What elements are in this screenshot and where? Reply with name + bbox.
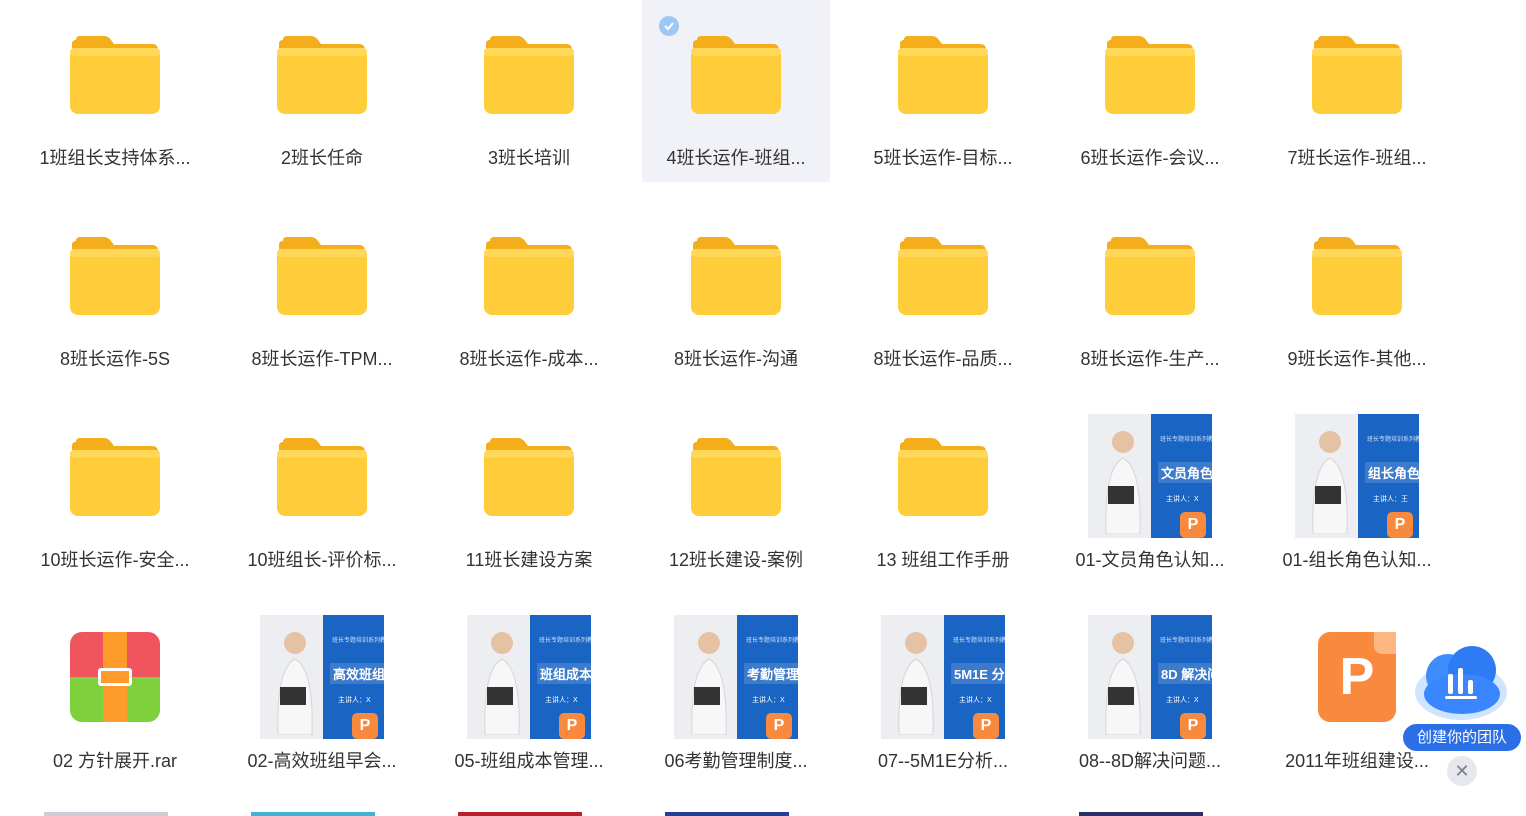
folder-icon xyxy=(228,414,416,538)
ppt-badge-icon: P xyxy=(352,713,378,739)
next-row-thumb xyxy=(44,812,168,816)
archive-icon xyxy=(21,615,209,739)
folder-icon xyxy=(435,414,623,538)
file-name: 13 班组工作手册 xyxy=(876,550,1010,570)
file-name: 10班长运作-安全... xyxy=(40,550,190,570)
file-item[interactable]: 4班长运作-班组... xyxy=(642,0,830,182)
folder-icon xyxy=(21,213,209,337)
file-name: 01-文员角色认知... xyxy=(1075,550,1225,570)
ppt-thumbnail: 班长专题培训系列教材 文员角色 主讲人：X P xyxy=(1056,414,1244,538)
file-name: 01-组长角色认知... xyxy=(1282,550,1432,570)
file-item[interactable]: 10班长运作-安全... xyxy=(21,402,209,584)
ppt-thumbnail: 班长专题培训系列教材 5M1E 分析 主讲人：X P xyxy=(849,615,1037,739)
file-item[interactable]: 班长专题培训系列教材 5M1E 分析 主讲人：X P 07--5M1E分析... xyxy=(849,603,1037,785)
ppt-badge-icon: P xyxy=(559,713,585,739)
cloud-chart-icon xyxy=(1415,646,1507,720)
ppt-thumbnail: 班长专题培训系列教材 8D 解决问题 主讲人：X P xyxy=(1056,615,1244,739)
file-item[interactable]: 6班长运作-会议... xyxy=(1056,0,1244,182)
file-name: 4班长运作-班组... xyxy=(666,148,806,168)
file-item[interactable]: 11班长建设方案 xyxy=(435,402,623,584)
ppt-thumbnail: 班长专题培训系列教材 班组成本管理 主讲人：X P xyxy=(435,615,623,739)
file-name: 10班组长-评价标... xyxy=(247,550,397,570)
ppt-badge-icon: P xyxy=(1180,512,1206,538)
file-name: 05-班组成本管理... xyxy=(454,751,604,771)
file-name: 06考勤管理制度... xyxy=(664,751,808,771)
create-team-widget[interactable]: 创建你的团队 xyxy=(1400,636,1524,754)
file-name: 07--5M1E分析... xyxy=(877,751,1009,771)
folder-icon xyxy=(228,213,416,337)
file-item[interactable]: 13 班组工作手册 xyxy=(849,402,1037,584)
file-item[interactable]: 2班长任命 xyxy=(228,0,416,182)
folder-icon xyxy=(642,12,830,136)
next-row-thumb xyxy=(251,812,375,816)
folder-icon xyxy=(849,12,1037,136)
folder-icon xyxy=(849,414,1037,538)
file-item[interactable]: 班长专题培训系列教材 组长角色 主讲人：王 P 01-组长角色认知... xyxy=(1263,402,1451,584)
file-item[interactable]: 9班长运作-其他... xyxy=(1263,201,1451,383)
file-name: 6班长运作-会议... xyxy=(1080,148,1220,168)
folder-icon xyxy=(1056,213,1244,337)
file-item[interactable]: 8班长运作-TPM... xyxy=(228,201,416,383)
file-name: 02 方针展开.rar xyxy=(52,751,178,771)
file-name: 8班长运作-TPM... xyxy=(251,349,393,369)
ppt-badge-icon: P xyxy=(766,713,792,739)
file-name: 1班组长支持体系... xyxy=(39,148,191,168)
file-name: 8班长运作-品质... xyxy=(873,349,1013,369)
file-item[interactable]: 8班长运作-品质... xyxy=(849,201,1037,383)
file-grid: 1班组长支持体系... 2班长任命 3班长培训 4班长运作-班组... 5班长运… xyxy=(0,0,1526,816)
next-row-thumb xyxy=(665,812,789,816)
file-name: 02-高效班组早会... xyxy=(247,751,397,771)
file-item[interactable]: 8班长运作-5S xyxy=(21,201,209,383)
file-item[interactable]: 班长专题培训系列教材 考勤管理 主讲人：X P 06考勤管理制度... xyxy=(642,603,830,785)
file-item[interactable]: 3班长培训 xyxy=(435,0,623,182)
folder-icon xyxy=(21,414,209,538)
file-item[interactable]: 8班长运作-生产... xyxy=(1056,201,1244,383)
folder-icon xyxy=(435,213,623,337)
file-name: 5班长运作-目标... xyxy=(873,148,1013,168)
folder-icon xyxy=(1263,213,1451,337)
next-row-thumb xyxy=(458,812,582,816)
file-item[interactable]: 7班长运作-班组... xyxy=(1263,0,1451,182)
file-item[interactable]: 1班组长支持体系... xyxy=(21,0,209,182)
file-item[interactable]: 班长专题培训系列教材 文员角色 主讲人：X P 01-文员角色认知... xyxy=(1056,402,1244,584)
file-name: 2班长任命 xyxy=(280,148,363,168)
file-item[interactable]: 班长专题培训系列教材 高效班组 主讲人：X P 02-高效班组早会... xyxy=(228,603,416,785)
file-name: 8班长运作-5S xyxy=(59,349,171,369)
file-name: 8班长运作-沟通 xyxy=(673,349,798,369)
folder-icon xyxy=(21,12,209,136)
ppt-badge-icon: P xyxy=(1180,713,1206,739)
close-icon[interactable]: ✕ xyxy=(1447,756,1477,786)
file-name: 3班长培训 xyxy=(487,148,570,168)
ppt-badge-icon: P xyxy=(1387,512,1413,538)
file-name: 11班长建设方案 xyxy=(465,550,593,570)
file-name: 8班长运作-生产... xyxy=(1080,349,1220,369)
folder-icon xyxy=(849,213,1037,337)
folder-icon xyxy=(228,12,416,136)
file-item[interactable]: 02 方针展开.rar xyxy=(21,603,209,785)
file-item[interactable]: 8班长运作-成本... xyxy=(435,201,623,383)
ppt-thumbnail: 班长专题培训系列教材 考勤管理 主讲人：X P xyxy=(642,615,830,739)
create-team-label[interactable]: 创建你的团队 xyxy=(1403,724,1521,751)
folder-icon xyxy=(1263,12,1451,136)
folder-icon xyxy=(435,12,623,136)
file-name: 12班长建设-案例 xyxy=(668,550,803,570)
folder-icon xyxy=(642,213,830,337)
file-name: 8班长运作-成本... xyxy=(459,349,599,369)
file-item[interactable]: 10班组长-评价标... xyxy=(228,402,416,584)
file-item[interactable]: 班长专题培训系列教材 8D 解决问题 主讲人：X P 08--8D解决问题... xyxy=(1056,603,1244,785)
folder-icon xyxy=(642,414,830,538)
folder-icon xyxy=(1056,12,1244,136)
file-name: 9班长运作-其他... xyxy=(1287,349,1427,369)
file-item[interactable]: 8班长运作-沟通 xyxy=(642,201,830,383)
ppt-thumbnail: 班长专题培训系列教材 组长角色 主讲人：王 P xyxy=(1263,414,1451,538)
file-item[interactable]: 12班长建设-案例 xyxy=(642,402,830,584)
file-item[interactable]: 班长专题培训系列教材 班组成本管理 主讲人：X P 05-班组成本管理... xyxy=(435,603,623,785)
next-row-thumb xyxy=(1079,812,1203,816)
ppt-badge-icon: P xyxy=(973,713,999,739)
file-name: 08--8D解决问题... xyxy=(1078,751,1222,771)
file-item[interactable]: 5班长运作-目标... xyxy=(849,0,1037,182)
ppt-thumbnail: 班长专题培训系列教材 高效班组 主讲人：X P xyxy=(228,615,416,739)
file-name: 7班长运作-班组... xyxy=(1287,148,1427,168)
